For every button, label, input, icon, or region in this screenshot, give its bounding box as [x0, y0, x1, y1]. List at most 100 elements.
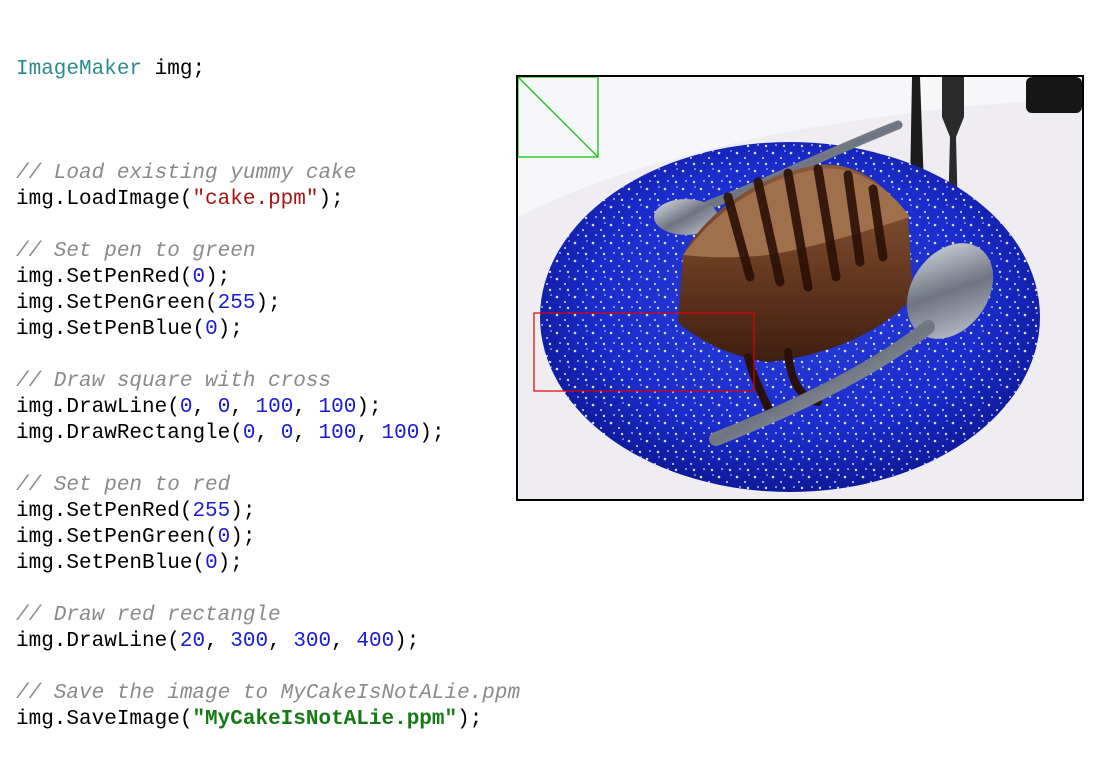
string-literal: "cake.ppm" [192, 188, 319, 211]
object-ref: img. [16, 318, 67, 341]
method-name: SetPenBlue [66, 318, 193, 341]
number-literal: 300 [230, 630, 269, 653]
number-literal: 100 [381, 422, 420, 445]
code-statement: img.SetPenGreen(255); [16, 291, 520, 317]
code-statement: img.SetPenBlue(0); [16, 551, 520, 577]
close-paren-semicolon: ); [394, 630, 420, 653]
cake-photo-image [518, 77, 1082, 499]
object-ref: img. [16, 396, 67, 419]
number-literal: 20 [179, 630, 206, 653]
open-paren: ( [179, 266, 193, 289]
cake-photo [516, 75, 1084, 501]
close-paren-semicolon: ); [356, 396, 382, 419]
close-paren-semicolon: ); [217, 318, 243, 341]
number-literal: 0 [205, 552, 218, 575]
number-literal: 0 [179, 396, 193, 419]
number-literal: 0 [242, 422, 256, 445]
code-comment: // Draw square with cross [16, 370, 332, 393]
arg-separator: , [192, 396, 218, 419]
close-paren-semicolon: ); [419, 422, 445, 445]
number-literal: 400 [356, 630, 395, 653]
open-paren: ( [205, 526, 218, 549]
object-ref: img. [16, 292, 67, 315]
close-paren-semicolon: ); [255, 292, 281, 315]
code-comment: // Set pen to green [16, 240, 256, 263]
open-paren: ( [167, 630, 180, 653]
code-statement: img.SetPenBlue(0); [16, 317, 520, 343]
number-literal: 100 [255, 396, 294, 419]
close-paren-semicolon: ); [230, 500, 256, 523]
code-comment: // Draw red rectangle [16, 604, 281, 627]
close-paren-semicolon: ); [217, 552, 243, 575]
number-literal: 255 [192, 500, 231, 523]
arg-separator: , [205, 630, 231, 653]
method-name: SetPenBlue [66, 552, 193, 575]
number-literal: 0 [217, 526, 231, 549]
code-comment: // Save the image to MyCakeIsNotALie.ppm [16, 682, 521, 705]
object-ref: img. [16, 630, 67, 653]
code-statement: img.LoadImage("cake.ppm"); [16, 187, 520, 213]
arg-separator: , [230, 396, 256, 419]
method-name: SetPenRed [66, 266, 180, 289]
code-line-declaration: ImageMaker img; [16, 57, 520, 83]
arg-separator: , [356, 422, 382, 445]
object-ref: img. [16, 422, 67, 445]
number-literal: 0 [280, 422, 294, 445]
open-paren: ( [230, 422, 243, 445]
close-paren-semicolon: ); [230, 526, 256, 549]
code-comment: // Load existing yummy cake [16, 162, 357, 185]
number-literal: 0 [192, 266, 206, 289]
number-literal: 255 [217, 292, 256, 315]
code-statement: img.SetPenRed(255); [16, 499, 520, 525]
arg-separator: , [331, 630, 357, 653]
arg-separator: , [293, 396, 319, 419]
code-statement: img.DrawRectangle(0, 0, 100, 100); [16, 421, 520, 447]
dark-dish [1026, 77, 1082, 113]
code-statement: img.DrawLine(20, 300, 300, 400); [16, 629, 520, 655]
number-literal: 300 [293, 630, 332, 653]
close-paren-semicolon: ); [318, 188, 344, 211]
method-name: DrawLine [66, 630, 168, 653]
object-ref: img. [16, 266, 67, 289]
method-name: SetPenRed [66, 500, 180, 523]
code-listing: ImageMaker img; // Load existing yummy c… [16, 5, 520, 759]
string-literal: "MyCakeIsNotALie.ppm" [192, 708, 458, 731]
open-paren: ( [192, 552, 206, 575]
code-statement: img.SetPenGreen(0); [16, 525, 520, 551]
open-paren: ( [167, 396, 180, 419]
code-blocks: // Load existing yummy cake img.LoadImage… [16, 135, 520, 733]
object-ref: img. [16, 526, 67, 549]
arg-separator: , [255, 422, 281, 445]
arg-separator: , [293, 422, 319, 445]
method-name: DrawRectangle [66, 422, 231, 445]
open-paren: ( [192, 318, 206, 341]
code-comment: // Set pen to red [16, 474, 231, 497]
method-name: SetPenGreen [66, 526, 206, 549]
number-literal: 0 [205, 318, 218, 341]
object-ref: img. [16, 552, 67, 575]
open-paren: ( [205, 292, 218, 315]
method-name: LoadImage [66, 188, 180, 211]
number-literal: 0 [217, 396, 231, 419]
open-paren: ( [179, 708, 193, 731]
open-paren: ( [179, 188, 193, 211]
number-literal: 100 [318, 396, 357, 419]
type-name: ImageMaker [16, 58, 143, 81]
declaration-rest: img; [142, 58, 206, 81]
close-paren-semicolon: ); [457, 708, 483, 731]
method-name: DrawLine [66, 396, 168, 419]
code-statement: img.SetPenRed(0); [16, 265, 520, 291]
object-ref: img. [16, 500, 67, 523]
close-paren-semicolon: ); [205, 266, 231, 289]
open-paren: ( [179, 500, 193, 523]
arg-separator: , [268, 630, 294, 653]
code-statement: img.DrawLine(0, 0, 100, 100); [16, 395, 520, 421]
object-ref: img. [16, 188, 67, 211]
method-name: SaveImage [66, 708, 180, 731]
